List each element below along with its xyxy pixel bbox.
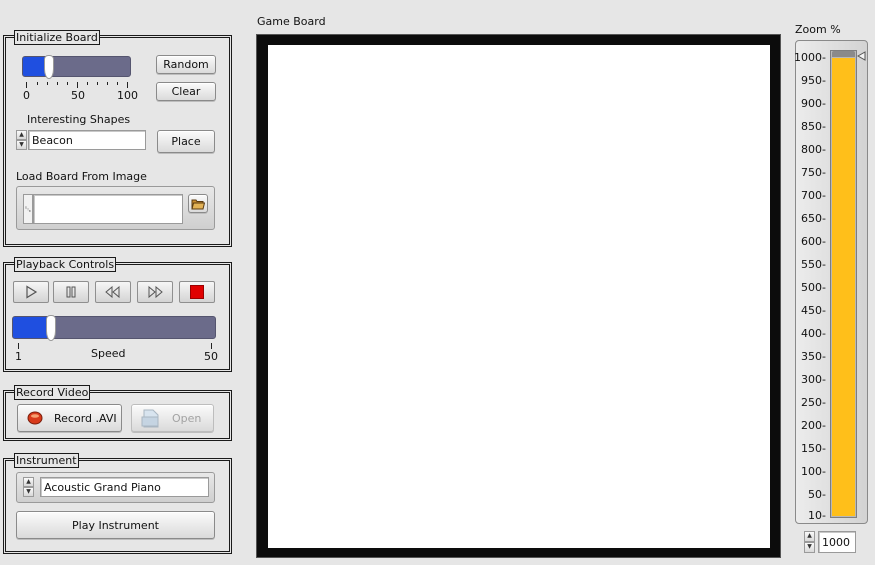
- zoom-scale-label: 900-: [801, 97, 826, 110]
- spinner-up-icon[interactable]: ▲: [804, 531, 815, 542]
- zoom-scale-label: 150-: [801, 442, 826, 455]
- shape-spinner[interactable]: ▲ ▼: [16, 130, 27, 150]
- density-min-label: 0: [23, 89, 30, 102]
- zoom-scale-label: 850-: [801, 120, 826, 133]
- record-avi-button[interactable]: Record .AVI: [17, 404, 122, 432]
- fast-forward-icon: [148, 285, 163, 299]
- fast-forward-button[interactable]: [137, 281, 173, 303]
- zoom-scale-label: 1000-: [794, 51, 826, 64]
- pause-button[interactable]: [53, 281, 89, 303]
- density-tick: [77, 82, 78, 88]
- path-type-icon: ␂: [23, 194, 33, 224]
- spinner-down-icon[interactable]: ▼: [804, 542, 815, 553]
- game-board-canvas[interactable]: [268, 45, 770, 548]
- zoom-scale-label: 650-: [801, 212, 826, 225]
- zoom-pointer-icon: [856, 51, 866, 61]
- zoom-scale-label: 600-: [801, 235, 826, 248]
- zoom-spinner[interactable]: ▲ ▼: [804, 531, 815, 553]
- zoom-slider-thumb[interactable]: [832, 51, 855, 57]
- spinner-up-icon[interactable]: ▲: [16, 130, 27, 140]
- play-button[interactable]: [13, 281, 49, 303]
- density-tick: [37, 82, 38, 85]
- density-tick: [57, 82, 58, 85]
- game-board-title: Game Board: [257, 15, 326, 28]
- speed-label: Speed: [91, 347, 126, 360]
- zoom-scale-label: 700-: [801, 189, 826, 202]
- record-avi-label: Record .AVI: [54, 411, 117, 425]
- speed-slider-thumb[interactable]: [46, 315, 56, 341]
- stop-button[interactable]: [179, 281, 215, 303]
- zoom-scale-label: 200-: [801, 419, 826, 432]
- instrument-select[interactable]: Acoustic Grand Piano: [40, 477, 209, 497]
- density-tick: [87, 82, 88, 85]
- zoom-slider-track[interactable]: [830, 50, 857, 518]
- playback-controls-title: Playback Controls: [14, 257, 117, 272]
- spinner-down-icon[interactable]: ▼: [23, 487, 34, 497]
- pause-icon: [66, 286, 76, 298]
- density-tick: [117, 82, 118, 85]
- stop-icon: [190, 285, 204, 299]
- zoom-scale-label: 50-: [808, 488, 826, 501]
- rewind-icon: [105, 285, 120, 299]
- instrument-spinner[interactable]: ▲ ▼: [23, 477, 34, 497]
- density-tick: [67, 82, 68, 85]
- zoom-scale-label: 10-: [808, 509, 826, 522]
- zoom-scale-label: 500-: [801, 281, 826, 294]
- clear-button[interactable]: Clear: [156, 82, 216, 101]
- zoom-scale-label: 350-: [801, 350, 826, 363]
- play-icon: [26, 285, 38, 299]
- zoom-scale-label: 400-: [801, 327, 826, 340]
- record-icon: [27, 411, 43, 425]
- zoom-value-input[interactable]: 1000: [818, 531, 856, 553]
- open-video-label: Open: [172, 411, 202, 425]
- folder-icon: [191, 199, 205, 209]
- zoom-slider-fill: [832, 58, 855, 516]
- zoom-scale-label: 100-: [801, 465, 826, 478]
- density-mid-label: 50: [71, 89, 85, 102]
- open-video-button[interactable]: Open: [131, 404, 214, 432]
- play-instrument-button[interactable]: Play Instrument: [16, 511, 215, 539]
- density-tick: [97, 82, 98, 85]
- speed-max-label: 50: [204, 350, 218, 363]
- speed-tick: [211, 343, 212, 349]
- open-file-icon: [141, 409, 159, 428]
- shape-select[interactable]: Beacon: [28, 130, 146, 150]
- zoom-scale-label: 300-: [801, 373, 826, 386]
- load-board-path-input[interactable]: [33, 194, 183, 224]
- density-tick: [26, 82, 27, 88]
- zoom-scale-label: 250-: [801, 396, 826, 409]
- spinner-down-icon[interactable]: ▼: [16, 140, 27, 150]
- zoom-scale-label: 450-: [801, 304, 826, 317]
- density-tick: [127, 82, 128, 88]
- game-board[interactable]: [256, 34, 781, 558]
- speed-slider[interactable]: [12, 315, 216, 341]
- speed-tick: [18, 343, 19, 349]
- initialize-board-title: Initialize Board: [14, 30, 100, 45]
- instrument-title: Instrument: [14, 453, 79, 468]
- rewind-button[interactable]: [95, 281, 131, 303]
- load-board-label: Load Board From Image: [16, 170, 147, 183]
- zoom-scale-label: 950-: [801, 74, 826, 87]
- browse-folder-button[interactable]: [188, 194, 208, 213]
- density-tick: [107, 82, 108, 85]
- density-slider[interactable]: [22, 55, 131, 79]
- density-tick: [47, 82, 48, 85]
- speed-min-label: 1: [15, 350, 22, 363]
- zoom-scale-label: 550-: [801, 258, 826, 271]
- density-slider-thumb[interactable]: [44, 55, 54, 79]
- spinner-up-icon[interactable]: ▲: [23, 477, 34, 487]
- density-max-label: 100: [117, 89, 138, 102]
- zoom-scale-label: 800-: [801, 143, 826, 156]
- random-button[interactable]: Random: [156, 55, 216, 74]
- interesting-shapes-label: Interesting Shapes: [27, 113, 131, 126]
- zoom-title: Zoom %: [795, 23, 841, 36]
- place-button[interactable]: Place: [157, 130, 215, 153]
- record-video-title: Record Video: [14, 385, 91, 400]
- zoom-scale-label: 750-: [801, 166, 826, 179]
